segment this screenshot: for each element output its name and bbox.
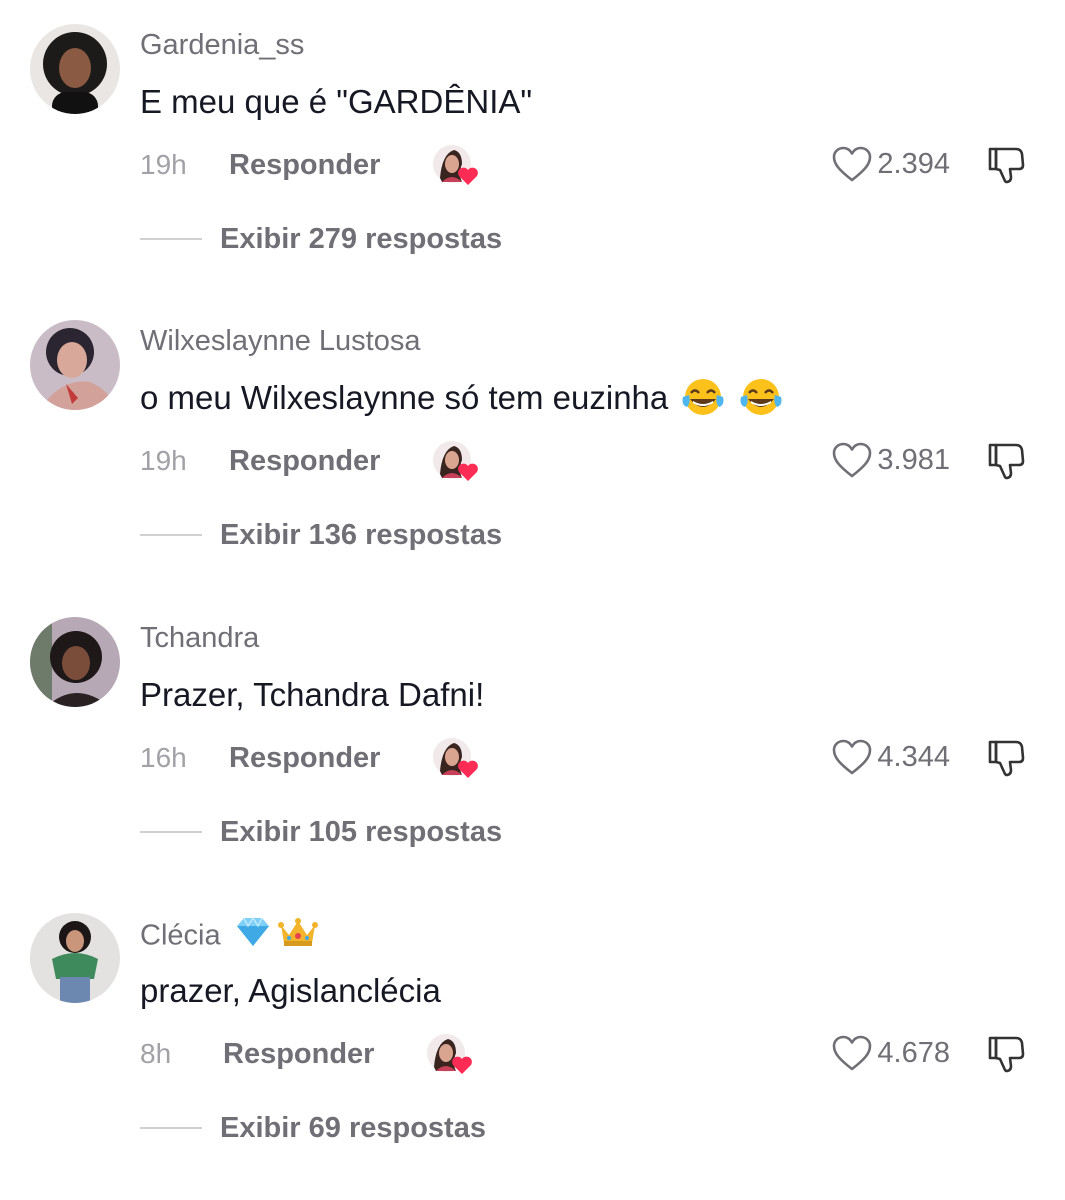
replies-divider [140, 238, 202, 240]
reply-button[interactable]: Responder [223, 1035, 374, 1073]
comment-time: 19h [140, 149, 187, 180]
creator-liked-avatar-icon [432, 144, 482, 188]
thumbs-down-icon [988, 443, 1025, 480]
dislike-button[interactable] [985, 145, 1027, 185]
thumbs-down-icon [988, 1036, 1025, 1073]
view-replies-button[interactable]: Exibir 105 respostas [220, 813, 502, 851]
avatar[interactable] [30, 320, 120, 410]
replies-divider [140, 534, 202, 536]
comment-username-text: Clécia [140, 919, 221, 952]
comment-text: prazer, Agislanclécia [140, 972, 441, 1009]
like-button[interactable]: 4.344 [831, 737, 950, 777]
comment-item: Clécia prazer, Agislanclécia 8h Responde… [0, 889, 1065, 1185]
crown-icon [277, 915, 319, 959]
like-button[interactable]: 4.678 [831, 1033, 950, 1073]
comment-item: Gardenia_ss E meu que é "GARDÊNIA" 19h R… [0, 0, 1065, 296]
avatar[interactable] [30, 24, 120, 114]
comment-time: 8h [140, 1038, 172, 1069]
view-replies-button[interactable]: Exibir 279 respostas [220, 220, 502, 258]
comment-text: E meu que é "GARDÊNIA" [140, 83, 533, 120]
dislike-button[interactable] [985, 1034, 1027, 1074]
avatar[interactable] [30, 913, 120, 1003]
thumbs-down-icon [988, 740, 1025, 777]
face-with-tears-of-joy-icon [681, 377, 725, 428]
comment-item: Wilxeslaynne Lustosa o meu Wilxeslaynne … [0, 296, 1065, 592]
comment-time: 16h [140, 742, 187, 773]
like-button[interactable]: 2.394 [831, 144, 950, 184]
like-count: 2.394 [877, 148, 950, 180]
reply-button[interactable]: Responder [229, 739, 380, 777]
comment-text-content: o meu Wilxeslaynne só tem euzinha [140, 379, 669, 416]
like-count: 4.344 [877, 741, 950, 773]
comment-text: Prazer, Tchandra Dafni! [140, 676, 485, 713]
reply-button[interactable]: Responder [229, 146, 380, 184]
creator-liked-avatar-icon [432, 440, 482, 484]
heart-outline-icon [833, 739, 872, 775]
comment-item: Tchandra Prazer, Tchandra Dafni! 16h Res… [0, 593, 1065, 889]
dislike-button[interactable] [985, 738, 1027, 778]
reply-button[interactable]: Responder [229, 442, 380, 480]
comment-text: o meu Wilxeslaynne só tem euzinha [140, 376, 783, 428]
view-replies-button[interactable]: Exibir 69 respostas [220, 1109, 486, 1147]
replies-divider [140, 831, 202, 833]
dislike-button[interactable] [985, 441, 1027, 481]
comment-time: 19h [140, 445, 187, 476]
view-replies-button[interactable]: Exibir 136 respostas [220, 516, 502, 554]
comment-username[interactable]: Wilxeslaynne Lustosa [140, 322, 420, 360]
avatar[interactable] [30, 617, 120, 707]
comment-username[interactable]: Clécia [140, 915, 319, 959]
like-count: 4.678 [877, 1037, 950, 1069]
comment-username[interactable]: Gardenia_ss [140, 26, 304, 64]
thumbs-down-icon [988, 147, 1025, 184]
like-button[interactable]: 3.981 [831, 440, 950, 480]
replies-divider [140, 1127, 202, 1129]
heart-outline-icon [833, 442, 872, 478]
heart-outline-icon [833, 146, 872, 182]
like-count: 3.981 [877, 444, 950, 476]
face-with-tears-of-joy-icon [739, 377, 783, 428]
creator-liked-avatar-icon [432, 737, 482, 781]
comment-username[interactable]: Tchandra [140, 619, 259, 657]
heart-outline-icon [833, 1035, 872, 1071]
gem-stone-icon [233, 915, 273, 959]
creator-liked-avatar-icon [426, 1033, 476, 1077]
